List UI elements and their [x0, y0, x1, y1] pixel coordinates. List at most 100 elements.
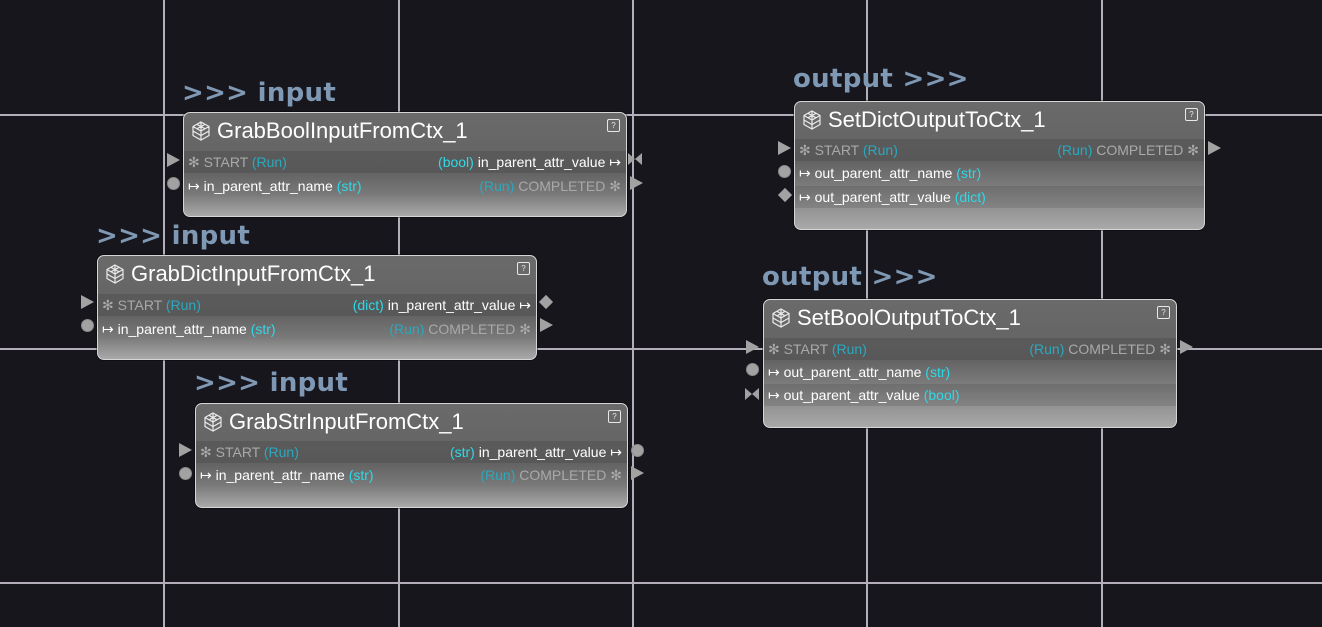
help-icon[interactable]: ?	[1157, 306, 1170, 319]
star-icon: ✻	[1159, 341, 1171, 357]
input-caption: >>> input	[182, 78, 337, 108]
exec-input-port[interactable]	[778, 141, 791, 155]
type-label: (Run)	[831, 341, 867, 357]
mapsto-icon: ↦	[200, 467, 212, 483]
dict-output-port[interactable]	[538, 294, 554, 310]
type-label: (bool)	[438, 154, 474, 170]
cube-icon	[192, 121, 210, 141]
star-icon: ✻	[609, 178, 621, 194]
input-caption: >>> input	[194, 368, 349, 398]
exec-output-port[interactable]	[1208, 141, 1221, 155]
type-label: (Run)	[165, 297, 201, 313]
data-input-port[interactable]	[778, 165, 791, 178]
star-icon: ✻	[768, 341, 780, 357]
exec-output-port[interactable]	[1180, 340, 1193, 354]
attr-label: in_parent_attr_name	[203, 178, 333, 194]
attr-label: out_parent_attr_name	[814, 165, 953, 181]
cube-icon	[803, 110, 821, 130]
help-icon[interactable]: ?	[1185, 108, 1198, 121]
type-label: (Run)	[263, 444, 299, 460]
exec-output-port[interactable]	[540, 318, 553, 332]
data-input-port[interactable]	[179, 467, 192, 480]
node-title: GrabDictInputFromCtx_1	[131, 261, 376, 286]
node-row-attr-name: ↦ in_parent_attr_name (str) (Run) COMPLE…	[184, 175, 626, 197]
exec-output-port[interactable]	[631, 466, 644, 480]
node-row-start: ✻ START (Run) (str) in_parent_attr_value…	[196, 441, 627, 463]
node-row-start: ✻ START (Run) (Run) COMPLETED ✻	[764, 338, 1176, 360]
node-row-start: ✻ START (Run) (Run) COMPLETED ✻	[795, 139, 1204, 161]
mapsto-icon: ↦	[519, 297, 531, 313]
bool-input-port[interactable]	[745, 387, 759, 401]
type-label: (str)	[250, 321, 276, 337]
mapsto-icon: ↦	[102, 321, 114, 337]
type-label: (Run)	[251, 154, 287, 170]
attr-label: out_parent_attr_name	[783, 364, 922, 380]
attr-label: in_parent_attr_value	[477, 154, 606, 170]
type-label: (bool)	[923, 387, 960, 403]
mapsto-icon: ↦	[799, 189, 811, 205]
node-grab-bool-input[interactable]: GrabBoolInputFromCtx_1 ? ✻ START (Run) (…	[183, 112, 627, 217]
star-icon: ✻	[519, 321, 531, 337]
start-label: START	[783, 341, 828, 357]
exec-input-port[interactable]	[81, 295, 94, 309]
star-icon: ✻	[188, 154, 200, 170]
completed-label: COMPLETED	[428, 321, 516, 337]
exec-output-port[interactable]	[630, 176, 643, 190]
exec-input-port[interactable]	[746, 340, 759, 354]
help-icon[interactable]: ?	[608, 410, 621, 423]
attr-label: in_parent_attr_name	[117, 321, 247, 337]
node-row-attr-name: ↦ out_parent_attr_name (str)	[764, 361, 1176, 383]
node-row-start: ✻ START (Run) (dict) in_parent_attr_valu…	[98, 294, 536, 316]
help-icon[interactable]: ?	[517, 262, 530, 275]
dict-input-port[interactable]	[777, 187, 793, 203]
mapsto-icon: ↦	[188, 178, 200, 194]
data-input-port[interactable]	[167, 177, 180, 190]
completed-label: COMPLETED	[519, 467, 607, 483]
attr-label: in_parent_attr_value	[387, 297, 516, 313]
type-label: (Run)	[1057, 142, 1093, 158]
node-header[interactable]: GrabBoolInputFromCtx_1	[184, 113, 626, 149]
node-title: SetBoolOutputToCtx_1	[797, 305, 1021, 330]
bool-output-port[interactable]	[628, 152, 642, 166]
node-set-bool-output[interactable]: SetBoolOutputToCtx_1 ? ✻ START (Run) (Ru…	[763, 299, 1177, 428]
exec-input-port[interactable]	[179, 443, 192, 457]
str-output-port[interactable]	[631, 444, 644, 457]
grid-line-horizontal	[0, 582, 1322, 584]
star-icon: ✻	[1187, 142, 1199, 158]
output-caption: output >>>	[762, 262, 938, 292]
output-caption: output >>>	[793, 64, 969, 94]
grid-line-vertical	[632, 0, 634, 627]
type-label: (str)	[348, 467, 374, 483]
star-icon: ✻	[200, 444, 212, 460]
cube-icon	[204, 412, 222, 432]
completed-label: COMPLETED	[518, 178, 606, 194]
help-icon[interactable]: ?	[607, 119, 620, 132]
attr-label: in_parent_attr_value	[478, 444, 607, 460]
type-label: (Run)	[862, 142, 898, 158]
node-header[interactable]: SetDictOutputToCtx_1	[795, 102, 1204, 138]
node-grab-dict-input[interactable]: GrabDictInputFromCtx_1 ? ✻ START (Run) (…	[97, 255, 537, 360]
attr-label: out_parent_attr_value	[783, 387, 920, 403]
node-row-attr-name: ↦ in_parent_attr_name (str) (Run) COMPLE…	[98, 318, 536, 340]
type-label: (str)	[956, 165, 982, 181]
node-header[interactable]: GrabDictInputFromCtx_1	[98, 256, 536, 292]
data-input-port[interactable]	[746, 363, 759, 376]
type-label: (Run)	[480, 467, 516, 483]
completed-label: COMPLETED	[1096, 142, 1184, 158]
cube-icon	[772, 308, 790, 328]
node-header[interactable]: SetBoolOutputToCtx_1	[764, 300, 1176, 336]
type-label: (Run)	[479, 178, 515, 194]
node-row-attr-value: ↦ out_parent_attr_value (bool)	[764, 384, 1176, 406]
node-grab-str-input[interactable]: GrabStrInputFromCtx_1 ? ✻ START (Run) (s…	[195, 403, 628, 508]
node-row-start: ✻ START (Run) (bool) in_parent_attr_valu…	[184, 151, 626, 173]
node-set-dict-output[interactable]: SetDictOutputToCtx_1 ? ✻ START (Run) (Ru…	[794, 101, 1205, 230]
data-input-port[interactable]	[81, 319, 94, 332]
attr-label: in_parent_attr_name	[215, 467, 345, 483]
star-icon: ✻	[102, 297, 114, 313]
mapsto-icon: ↦	[799, 165, 811, 181]
exec-input-port[interactable]	[167, 153, 180, 167]
node-header[interactable]: GrabStrInputFromCtx_1	[196, 404, 627, 440]
node-title: SetDictOutputToCtx_1	[828, 107, 1046, 132]
star-icon: ✻	[799, 142, 811, 158]
mapsto-icon: ↦	[610, 444, 622, 460]
